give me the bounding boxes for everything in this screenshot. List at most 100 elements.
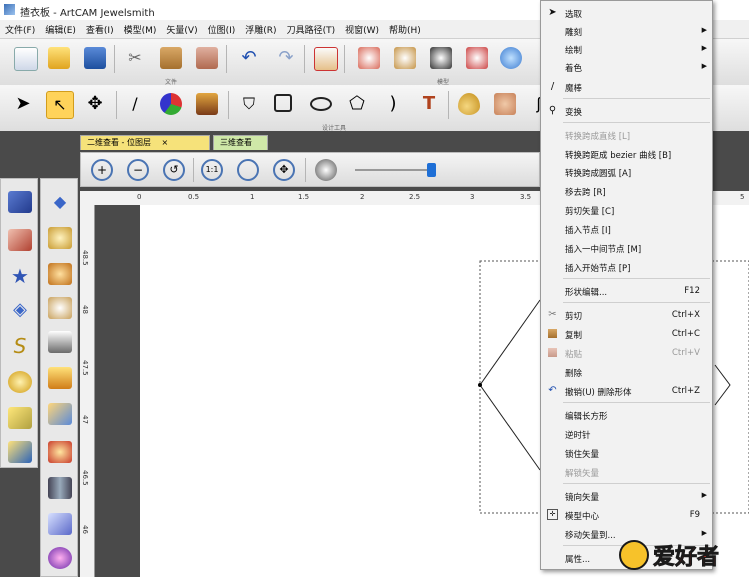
zoom-1to1-icon[interactable]: 1:1 <box>201 159 223 181</box>
group-design-label: 设计工具 <box>322 125 347 132</box>
model-c-icon[interactable] <box>430 47 452 69</box>
menu-item-transform[interactable]: ⚲ 变换 <box>541 102 712 120</box>
pendant-icon[interactable] <box>48 263 72 285</box>
menu-item-delete[interactable]: 删除 <box>541 363 712 381</box>
menu-item-magic-wand[interactable]: / 魔棒 <box>541 78 712 96</box>
center-icon: ✛ <box>547 509 558 520</box>
menu-item-mirror-vector[interactable]: 镜向矢量 ▶ <box>541 487 712 505</box>
model-d-icon[interactable] <box>466 47 488 69</box>
menu-window[interactable]: 视窗(W) <box>340 23 384 36</box>
tab-2d-view[interactable]: 二维查看 - 位图层 × <box>80 135 210 150</box>
model-a-icon[interactable] <box>358 47 380 69</box>
menu-toolpath[interactable]: 刀具路径(T) <box>282 23 341 36</box>
menu-item-shape-edit[interactable]: 形状编辑... F12 <box>541 282 712 300</box>
ear-icon[interactable] <box>494 93 516 115</box>
tab-3d-view[interactable]: 三维查看 <box>213 135 268 150</box>
menu-file[interactable]: 文件(F) <box>0 23 40 36</box>
ellipse-icon[interactable] <box>310 97 332 111</box>
zoom-slider-thumb[interactable] <box>427 163 436 177</box>
menu-item-model-center[interactable]: ✛ 模型中心 F9 <box>541 506 712 524</box>
polyline-icon[interactable]: ⛉ <box>238 93 260 115</box>
close-tab-icon[interactable]: × <box>162 138 169 147</box>
view-settings-icon[interactable] <box>315 159 337 181</box>
scissors-icon: ✂ <box>548 309 557 320</box>
app-icon <box>4 4 15 15</box>
menu-item-to-bezier[interactable]: 转换跨距成 bezier 曲线 [B] <box>541 145 712 163</box>
menu-help[interactable]: 帮助(H) <box>384 23 426 36</box>
arc-icon[interactable]: ) <box>382 93 404 115</box>
new-file-icon[interactable] <box>14 47 38 71</box>
select-arrow-icon[interactable]: ➤ <box>12 93 34 115</box>
menu-item-insert-node[interactable]: 插入节点 [I] <box>541 220 712 238</box>
menu-item-draw[interactable]: 绘制 ▶ <box>541 40 712 58</box>
model-b-icon[interactable] <box>394 47 416 69</box>
weave-icon[interactable] <box>8 407 32 429</box>
gem-icon[interactable] <box>48 547 72 569</box>
menu-item-color[interactable]: 着色 ▶ <box>541 58 712 76</box>
vector-layers-icon[interactable] <box>8 191 32 213</box>
menu-item-copy[interactable]: 复制 Ctrl+C <box>541 325 712 343</box>
prong-icon[interactable] <box>48 367 72 389</box>
zoom-out-icon[interactable]: − <box>127 159 149 181</box>
menu-bitmap[interactable]: 位图(I) <box>203 23 241 36</box>
zoom-slider-track[interactable] <box>355 169 435 171</box>
star-icon[interactable]: ★ <box>8 265 32 287</box>
ring-icon[interactable] <box>48 227 72 249</box>
zoom-previous-icon[interactable]: ↺ <box>163 159 185 181</box>
rectangle-icon[interactable] <box>274 94 292 112</box>
drop-icon[interactable] <box>458 93 480 115</box>
edit-note-icon[interactable] <box>314 47 338 71</box>
menu-item-cut-vector[interactable]: 剪切矢量 [C] <box>541 201 712 219</box>
menu-item-counterclockwise[interactable]: 逆时针 <box>541 425 712 443</box>
menu-vector[interactable]: 矢量(V) <box>161 23 202 36</box>
color-wheel-icon[interactable] <box>160 93 182 115</box>
zoom-window-icon[interactable] <box>237 159 259 181</box>
menu-item-remove-span[interactable]: 移去跨 [R] <box>541 182 712 200</box>
zoom-all-icon[interactable]: ✥ <box>273 159 295 181</box>
line-tool-icon[interactable]: / <box>124 93 146 115</box>
gem-plate-icon[interactable] <box>48 513 72 535</box>
celtic-knot-icon[interactable] <box>8 371 32 393</box>
band-icon[interactable] <box>48 477 72 499</box>
bezel-icon[interactable] <box>48 331 72 353</box>
zoom-in-icon[interactable]: + <box>91 159 113 181</box>
text-wrap-icon[interactable] <box>8 441 32 463</box>
menu-item-to-arc[interactable]: 转换跨成圆弧 [A] <box>541 163 712 181</box>
transform-icon: ⚲ <box>548 105 557 116</box>
mushroom-icon[interactable] <box>48 441 72 463</box>
blend-icon[interactable]: ◈ <box>8 299 32 321</box>
open-folder-icon[interactable] <box>48 47 70 69</box>
menu-relief[interactable]: 浮雕(R) <box>240 23 281 36</box>
menu-view[interactable]: 查看(I) <box>81 23 119 36</box>
menu-item-edit-rectangle[interactable]: 编辑长方形 <box>541 406 712 424</box>
menu-item-insert-start-node[interactable]: 插入开始节点 [P] <box>541 258 712 276</box>
paint-bucket-icon[interactable] <box>196 93 218 115</box>
transform-icon[interactable]: ✥ <box>84 93 106 115</box>
node-edit-icon[interactable]: ↖ <box>46 91 74 119</box>
menu-item-unlock-vector: 解锁矢量 <box>565 469 600 479</box>
polygon-icon[interactable]: ⬠ <box>346 93 368 115</box>
diamond-vector <box>479 299 541 471</box>
redo-icon[interactable]: ↷ <box>275 47 297 69</box>
menu-item-select[interactable]: ➤ 选取 <box>541 4 712 22</box>
brush-icon[interactable] <box>8 229 32 251</box>
menu-model[interactable]: 模型(M) <box>119 23 162 36</box>
menu-item-cut[interactable]: ✂ 剪切 Ctrl+X <box>541 306 712 324</box>
model-e-icon[interactable] <box>500 47 522 69</box>
menu-item-undo[interactable]: ↶ 撤销(U) 删除形体 Ctrl+Z <box>541 382 712 400</box>
undo-icon[interactable]: ↶ <box>238 47 260 69</box>
diamond-icon[interactable]: ◆ <box>48 191 72 213</box>
paste-icon[interactable] <box>196 47 218 69</box>
text-tool-icon[interactable]: T <box>418 93 440 115</box>
menu-item-insert-mid-node[interactable]: 插入一中间节点 [M] <box>541 239 712 257</box>
copy-icon[interactable] <box>160 47 182 69</box>
save-icon[interactable] <box>84 47 106 69</box>
shank-icon[interactable] <box>48 403 72 425</box>
menu-item-engrave[interactable]: 雕刻 ▶ <box>541 22 712 40</box>
submenu-arrow-icon: ▶ <box>701 62 707 70</box>
menu-item-lock-vector[interactable]: 锁住矢量 <box>541 444 712 462</box>
s-curve-icon[interactable]: S <box>8 335 32 357</box>
cut-icon[interactable]: ✂ <box>124 47 146 69</box>
menu-edit[interactable]: 编辑(E) <box>40 23 81 36</box>
filigree-icon[interactable] <box>48 297 72 319</box>
